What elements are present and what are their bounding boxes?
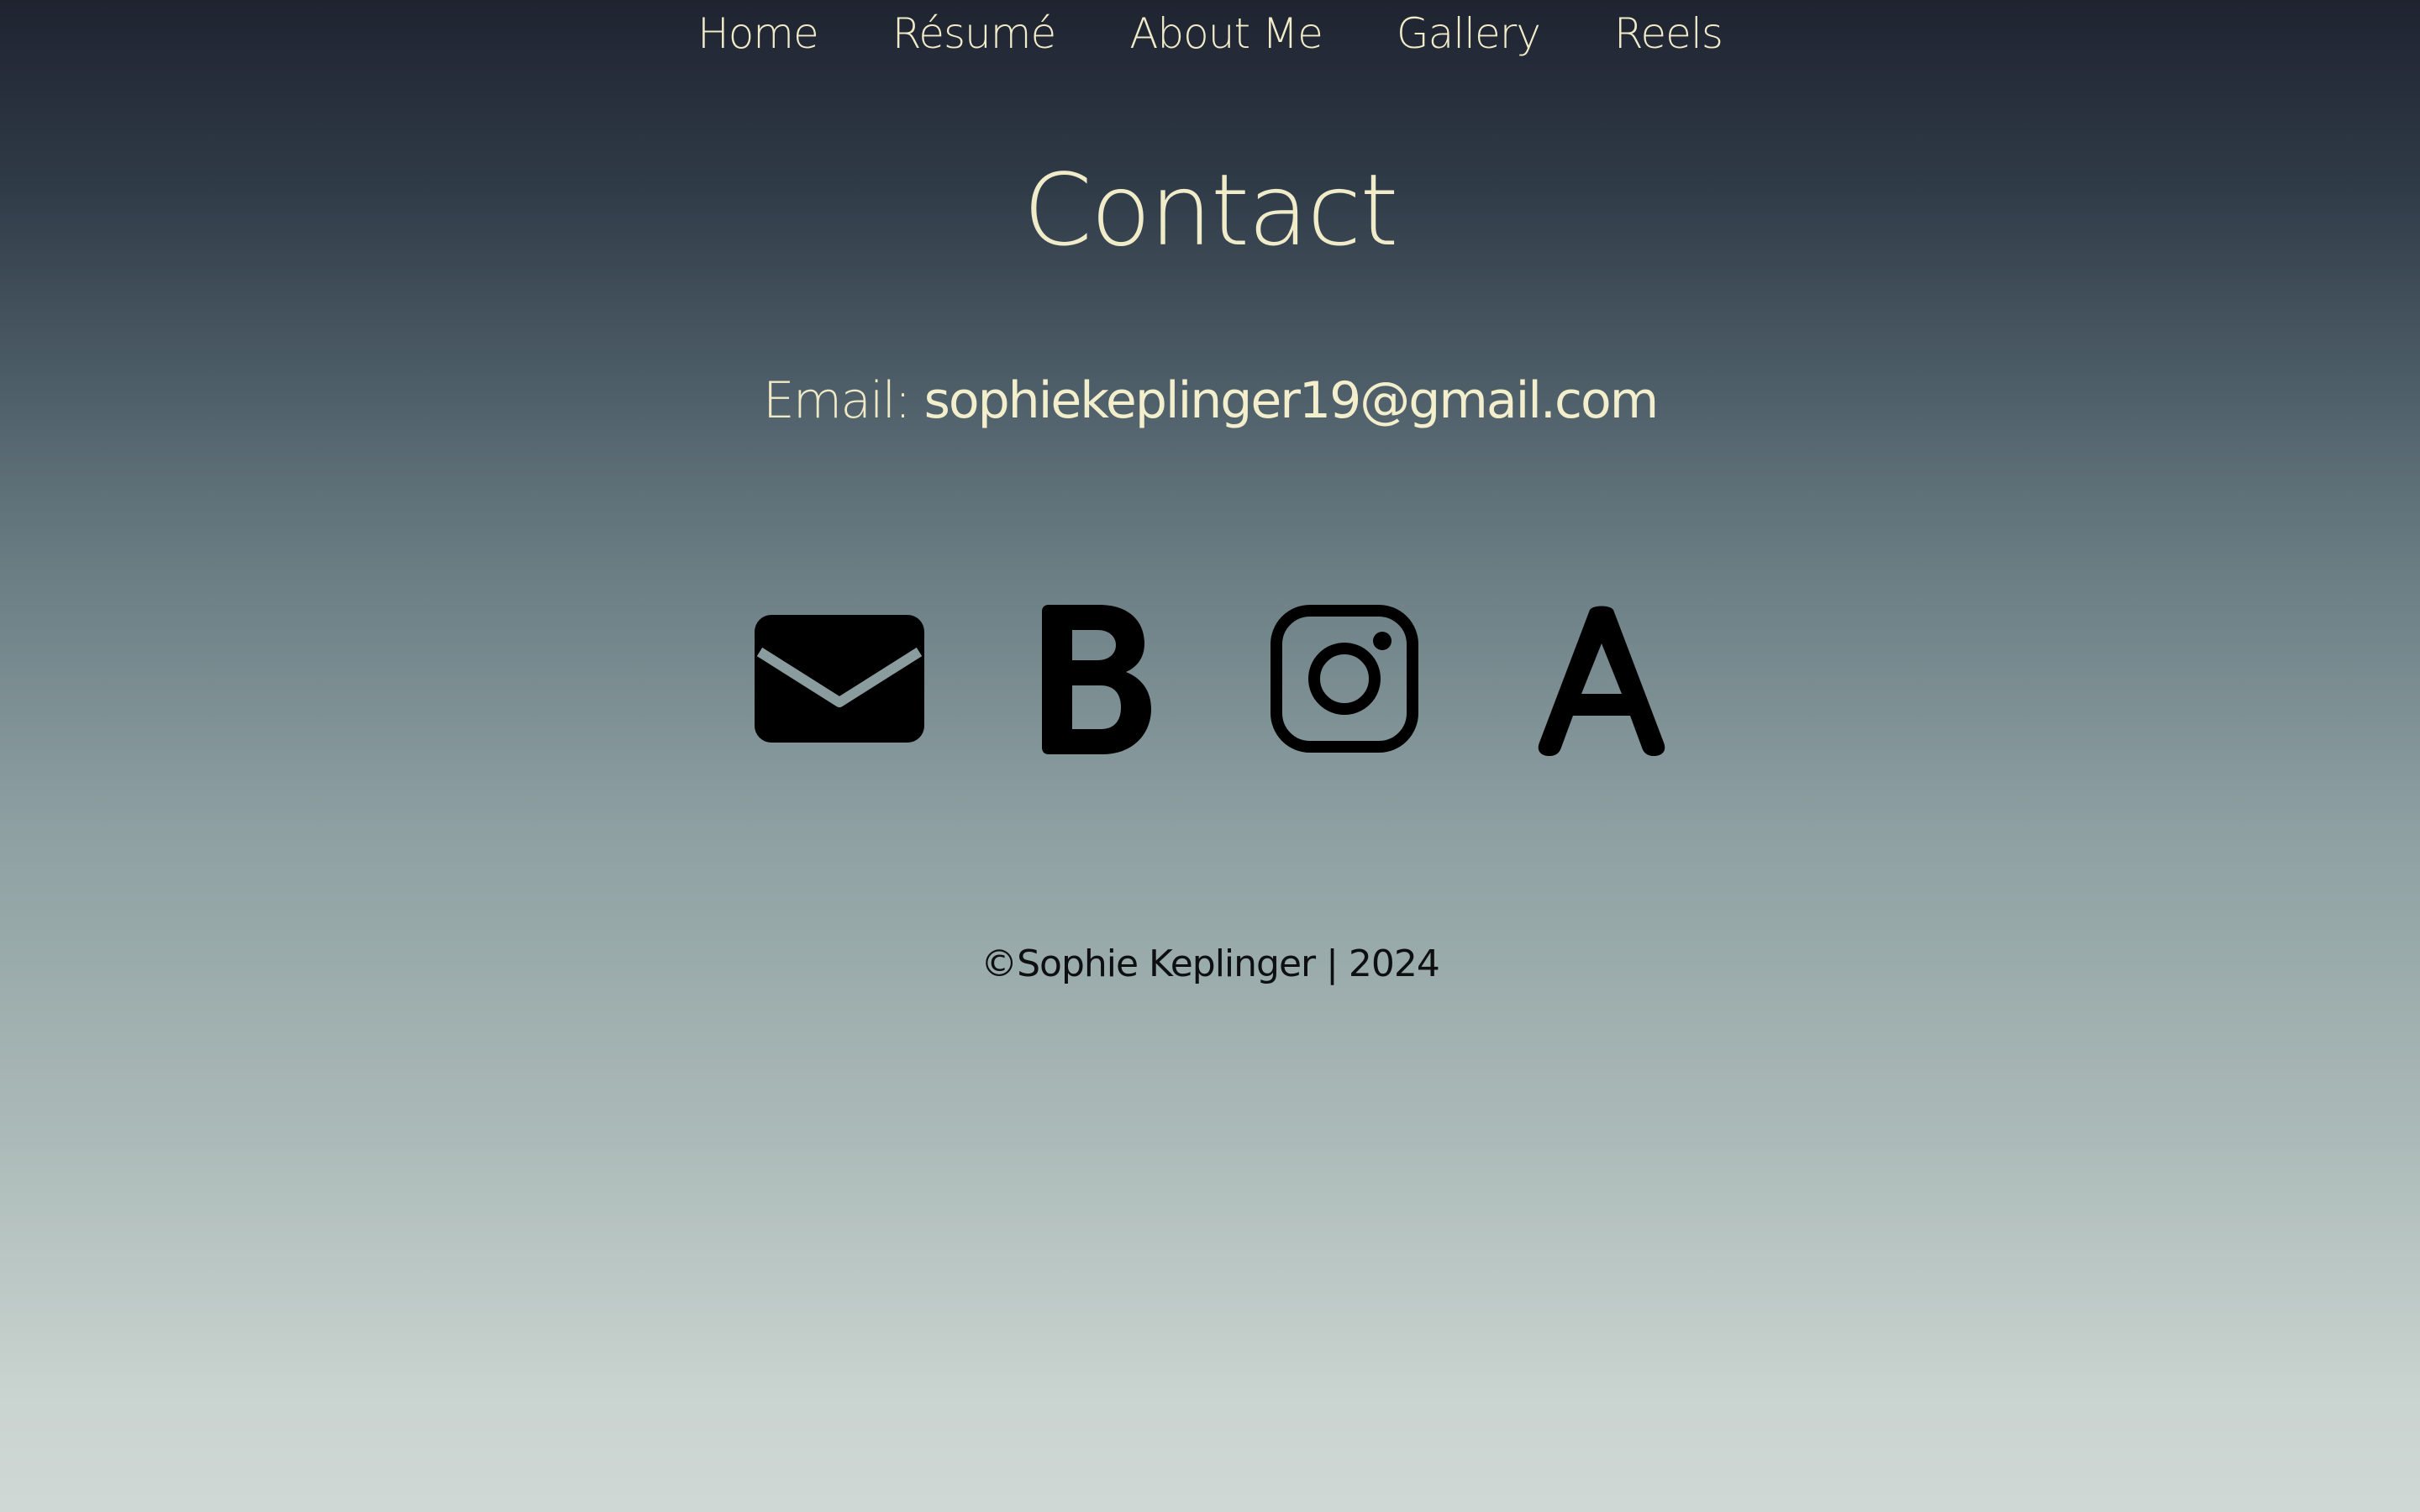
nav-home-link[interactable]: Home	[697, 0, 819, 67]
nav-about-link[interactable]: About Me	[1129, 0, 1323, 67]
nav-reels-link[interactable]: Reels	[1614, 0, 1723, 67]
letter-a-icon	[1538, 606, 1665, 756]
letter-b-icon	[1042, 605, 1151, 754]
email-line: Email: sophiekeplinger19@gmail.com	[0, 363, 2420, 438]
nav-resume-link[interactable]: Résumé	[892, 0, 1056, 67]
email-link[interactable]: sophiekeplinger19@gmail.com	[924, 371, 1660, 430]
main-nav: Home Résumé About Me Gallery Reels	[0, 0, 2420, 67]
letter-a-icon-button[interactable]	[1538, 605, 1665, 759]
instagram-icon	[1270, 605, 1418, 753]
email-icon-button[interactable]	[755, 615, 924, 746]
email-label: Email:	[762, 371, 912, 430]
social-icons	[0, 598, 2420, 758]
envelope-icon	[755, 615, 924, 743]
nav-gallery-link[interactable]: Gallery	[1397, 0, 1541, 67]
letter-b-icon-button[interactable]	[1042, 605, 1151, 758]
footer-copyright: ©Sophie Keplinger | 2024	[981, 942, 1440, 985]
page-title: Contact	[1023, 152, 1398, 268]
instagram-icon-button[interactable]	[1270, 605, 1418, 756]
